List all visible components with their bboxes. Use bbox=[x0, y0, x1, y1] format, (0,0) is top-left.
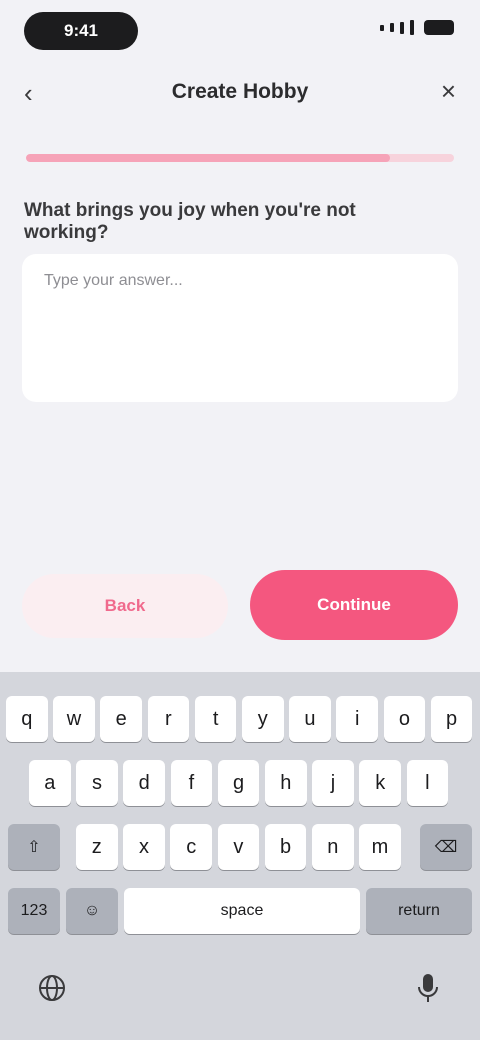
microphone-icon[interactable] bbox=[408, 968, 448, 1008]
key-1[interactable]: w bbox=[53, 696, 95, 742]
button-row: Back Continue bbox=[22, 570, 458, 642]
key-9[interactable]: p bbox=[430, 696, 473, 742]
key-2[interactable]: e bbox=[100, 696, 142, 742]
delete-key[interactable]: ⌫ bbox=[420, 824, 472, 870]
question-text: What brings you joy when you're not work… bbox=[24, 200, 356, 243]
keyboard-row: qwertyuiop bbox=[0, 696, 480, 742]
numbers-key[interactable]: 123 bbox=[8, 888, 60, 934]
key-3[interactable]: f bbox=[170, 760, 213, 806]
keyboard-row: 123 ☺ space return bbox=[0, 888, 480, 934]
key-0[interactable]: z bbox=[76, 824, 118, 870]
key-4[interactable]: t bbox=[194, 696, 237, 742]
key-6[interactable]: j bbox=[312, 760, 354, 806]
key-5[interactable]: y bbox=[242, 696, 284, 742]
status-bar: 9:41 bbox=[0, 0, 480, 64]
return-key[interactable]: return bbox=[366, 888, 472, 934]
key-3[interactable]: v bbox=[217, 824, 260, 870]
key-3[interactable]: r bbox=[147, 696, 190, 742]
key-0[interactable]: q bbox=[6, 696, 48, 742]
progress-bar bbox=[26, 154, 454, 162]
key-6[interactable]: u bbox=[289, 696, 331, 742]
key-8[interactable]: o bbox=[383, 696, 426, 742]
key-0[interactable]: a bbox=[29, 760, 71, 806]
key-5[interactable]: n bbox=[312, 824, 354, 870]
key-4[interactable]: b bbox=[264, 824, 307, 870]
nav-bar: ‹ Create Hobby × bbox=[0, 64, 480, 120]
keyboard-bottom-bar bbox=[0, 950, 480, 1040]
answer-box[interactable] bbox=[22, 254, 458, 402]
keyboard-row: asdfghjkl bbox=[0, 760, 480, 806]
key-8[interactable]: l bbox=[406, 760, 449, 806]
continue-button[interactable]: Continue bbox=[250, 570, 458, 640]
status-icons bbox=[380, 20, 454, 35]
signal-icon bbox=[380, 24, 384, 31]
key-2[interactable]: d bbox=[123, 760, 165, 806]
close-icon[interactable]: × bbox=[441, 76, 456, 107]
key-7[interactable]: i bbox=[336, 696, 378, 742]
status-time: 9:41 bbox=[24, 12, 138, 50]
space-key[interactable]: space bbox=[124, 888, 360, 934]
battery-icon bbox=[424, 20, 454, 35]
emoji-key[interactable]: ☺ bbox=[66, 888, 118, 934]
key-5[interactable]: h bbox=[265, 760, 307, 806]
key-7[interactable]: k bbox=[359, 760, 401, 806]
key-1[interactable]: s bbox=[76, 760, 118, 806]
answer-input[interactable] bbox=[44, 272, 434, 290]
key-6[interactable]: m bbox=[359, 824, 401, 870]
key-1[interactable]: x bbox=[123, 824, 165, 870]
back-button[interactable]: Back bbox=[22, 574, 228, 638]
shift-key[interactable]: ⇧ bbox=[8, 824, 60, 870]
globe-icon[interactable] bbox=[32, 968, 72, 1008]
key-2[interactable]: c bbox=[170, 824, 212, 870]
progress-fill bbox=[26, 154, 390, 162]
keyboard-row: ⇧ ⌫ zxcvbnm bbox=[0, 824, 480, 870]
key-4[interactable]: g bbox=[217, 760, 260, 806]
page-title: Create Hobby bbox=[171, 80, 309, 103]
